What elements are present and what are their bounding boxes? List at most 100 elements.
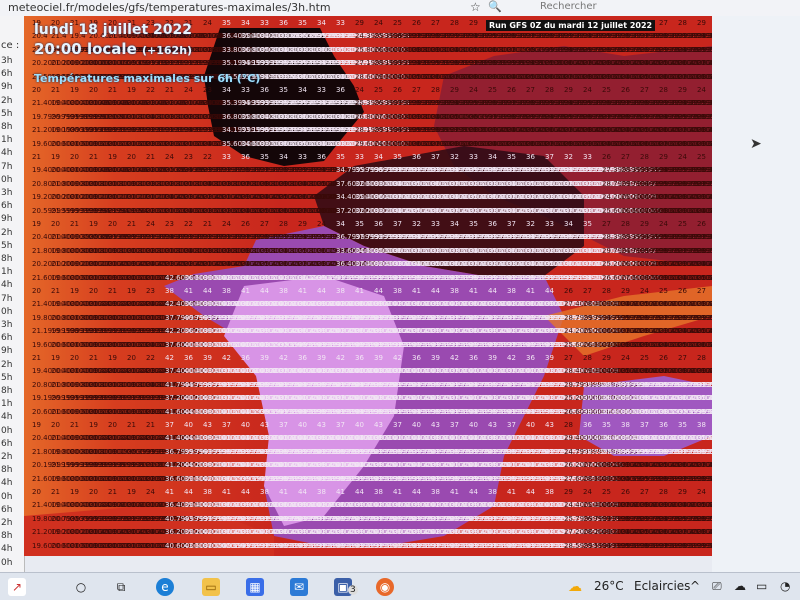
wifi-icon[interactable]: ◔ [780, 579, 790, 593]
temperature-value: 44 [184, 488, 193, 496]
temperature-value: 41 [526, 287, 535, 295]
hour-option[interactable]: 1h [1, 399, 12, 409]
hour-option[interactable]: 2h [1, 452, 12, 462]
firefox-icon[interactable]: ◉ [376, 578, 394, 596]
url-text[interactable]: meteociel.fr/modeles/gfs/temperatures-ma… [8, 1, 331, 14]
hour-option[interactable]: 1h [1, 135, 12, 145]
temperature-value: 20 [89, 86, 98, 94]
hour-option[interactable]: 8h [1, 386, 12, 396]
temperature-value: 36 [184, 354, 193, 362]
weather-description[interactable]: Eclaircies [634, 579, 690, 593]
hour-option[interactable]: 2h [1, 96, 12, 106]
temperature-value: 19 [51, 153, 60, 161]
hour-option[interactable]: 0h [1, 307, 12, 317]
hour-option[interactable]: 1h [1, 267, 12, 277]
temperature-value: 43 [203, 421, 212, 429]
browser-address-bar[interactable]: meteociel.fr/modeles/gfs/temperatures-ma… [0, 0, 800, 17]
temperature-value: 38 [488, 488, 497, 496]
temperature-value: 41 [393, 488, 402, 496]
hour-option[interactable]: 6h [1, 439, 12, 449]
favorite-star-icon[interactable]: ☆ [470, 0, 481, 14]
temperature-value: 24.600000000000023 [697, 206, 712, 215]
temperature-value: 21 [51, 488, 60, 496]
temperature-value: 34 [488, 153, 497, 161]
temperature-value: 26 [678, 287, 687, 295]
hour-option[interactable]: 8h [1, 531, 12, 541]
temperature-value: 25.600000000000023 [697, 273, 712, 282]
hour-option[interactable]: 0h [1, 426, 12, 436]
temperature-value: 35 [678, 421, 687, 429]
hour-option[interactable]: 0h [1, 558, 12, 568]
hour-option[interactable]: 2h [1, 360, 12, 370]
search-input[interactable]: Rechercher [540, 1, 597, 12]
hour-option[interactable]: 6h [1, 505, 12, 515]
hour-option[interactable]: 8h [1, 254, 12, 264]
mail-icon[interactable]: ✉ [290, 578, 308, 596]
hour-option[interactable]: 8h [1, 122, 12, 132]
hour-option[interactable]: 9h [1, 82, 12, 92]
hour-option[interactable]: 2h [1, 228, 12, 238]
temperature-value: 29 [469, 19, 478, 27]
search-icon[interactable]: 🔍 [488, 0, 502, 13]
temperature-value: 24.200000000000045 [697, 260, 712, 269]
battery-icon[interactable]: ▭ [756, 579, 767, 593]
hour-option[interactable]: 7h [1, 294, 12, 304]
temperature-value: 38 [450, 287, 459, 295]
hour-option[interactable]: 3h [1, 188, 12, 198]
temperature-value: 28 [450, 19, 459, 27]
temperature-value: 35 [279, 86, 288, 94]
hour-option[interactable]: 9h [1, 214, 12, 224]
weather-temperature[interactable]: 26°C [594, 579, 624, 593]
temperature-value: 26 [602, 153, 611, 161]
hour-option[interactable]: 4h [1, 478, 12, 488]
temperature-value: 43 [488, 421, 497, 429]
search-circle-icon[interactable]: ○ [72, 578, 90, 596]
temperature-value: 27 [431, 19, 440, 27]
hour-option[interactable]: 8h [1, 465, 12, 475]
hour-option[interactable]: 3h [1, 56, 12, 66]
chevron-up-icon[interactable]: ^ [690, 579, 700, 593]
hour-option[interactable]: 6h [1, 333, 12, 343]
hour-option[interactable]: 5h [1, 373, 12, 383]
edge-browser-icon[interactable]: e [156, 578, 174, 596]
temperature-value: 40 [469, 421, 478, 429]
temperature-value: 28 [678, 19, 687, 27]
hour-option[interactable]: 6h [1, 201, 12, 211]
hour-option[interactable]: 0h [1, 175, 12, 185]
hour-option[interactable]: 3h [1, 320, 12, 330]
temperature-value: 44 [469, 488, 478, 496]
stock-chart-icon[interactable]: ↗ [8, 578, 26, 596]
temperature-value: 24 [678, 153, 687, 161]
cloud-icon[interactable]: ☁ [734, 579, 746, 593]
store-icon[interactable]: ▦ [246, 578, 264, 596]
temperature-value: 35 [355, 220, 364, 228]
temperature-value: 38 [336, 287, 345, 295]
hour-option[interactable]: 5h [1, 241, 12, 251]
hour-option[interactable]: 4h [1, 148, 12, 158]
hour-option[interactable]: 5h [1, 109, 12, 119]
device-icon[interactable]: ⎚ [712, 579, 722, 594]
hour-option[interactable]: 0h [1, 492, 12, 502]
temperature-value: 24 [184, 86, 193, 94]
task-view-icon[interactable]: ⧉ [112, 578, 130, 596]
weather-icon[interactable]: ☁ [568, 579, 582, 595]
hour-option[interactable]: 4h [1, 280, 12, 290]
temperature-value: 34 [564, 220, 573, 228]
temperature-value: 20 [89, 488, 98, 496]
temperature-value: 36 [260, 86, 269, 94]
hour-option[interactable]: 4h [1, 544, 12, 554]
hour-option[interactable]: 7h [1, 162, 12, 172]
hour-option[interactable]: 6h [1, 69, 12, 79]
hour-option[interactable]: 2h [1, 518, 12, 528]
temperature-value: 42 [165, 354, 174, 362]
temperature-value: 37 [507, 220, 516, 228]
temperature-value: 37 [165, 421, 174, 429]
hour-option[interactable]: 4h [1, 412, 12, 422]
temperature-value: 36 [279, 19, 288, 27]
temperature-value: 42 [336, 354, 345, 362]
file-explorer-icon[interactable]: ▭ [202, 578, 220, 596]
hour-option[interactable]: 9h [1, 346, 12, 356]
temperature-value: 26.399999999999977 [697, 166, 712, 175]
temperature-value: 21 [146, 421, 155, 429]
temperature-value: 38 [507, 287, 516, 295]
